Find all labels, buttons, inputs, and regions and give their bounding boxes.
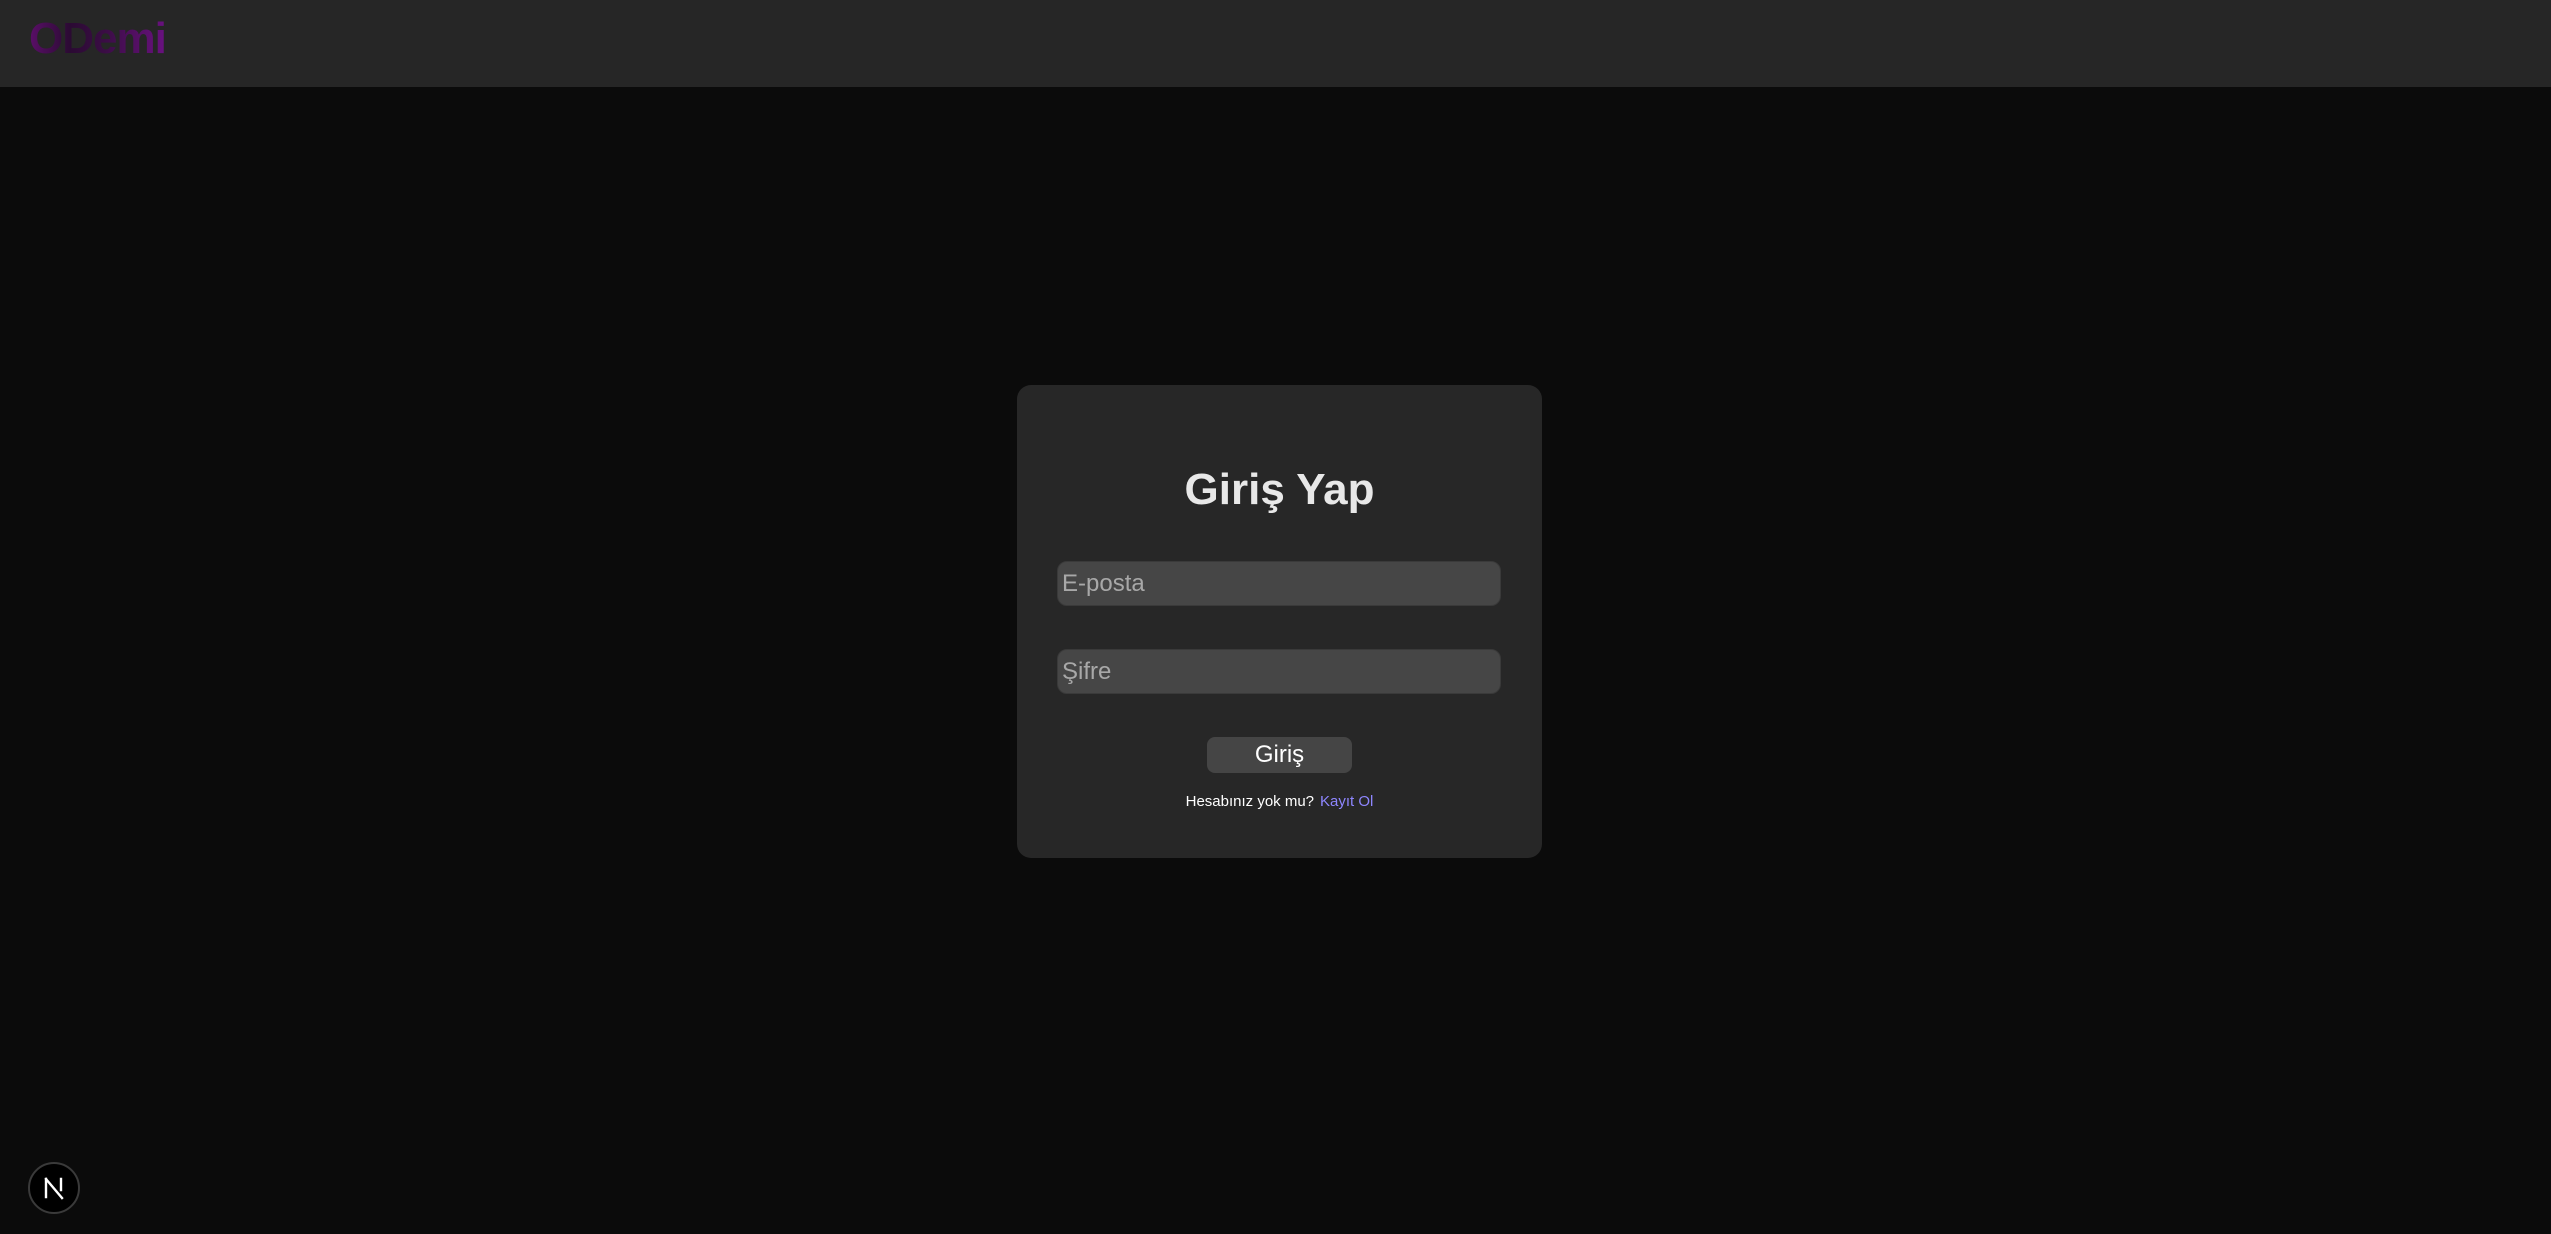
signup-row: Hesabınız yok mu? Kayıt Ol bbox=[1017, 793, 1542, 810]
signup-prompt: Hesabınız yok mu? bbox=[1185, 793, 1315, 810]
signup-link[interactable]: Kayıt Ol bbox=[1320, 793, 1373, 810]
email-field[interactable] bbox=[1057, 561, 1501, 606]
login-card: Giriş Yap Giriş Hesabınız yok mu? Kayıt O… bbox=[1017, 385, 1542, 858]
password-field[interactable] bbox=[1057, 649, 1501, 694]
page-title: Giriş Yap bbox=[1184, 465, 1375, 514]
logo[interactable]: ODemi bbox=[29, 14, 167, 64]
nextjs-n-icon bbox=[44, 1177, 64, 1200]
top-navbar: ODemi bbox=[0, 0, 2551, 87]
login-button[interactable]: Giriş bbox=[1207, 737, 1352, 773]
nextjs-dev-badge[interactable] bbox=[28, 1162, 80, 1214]
